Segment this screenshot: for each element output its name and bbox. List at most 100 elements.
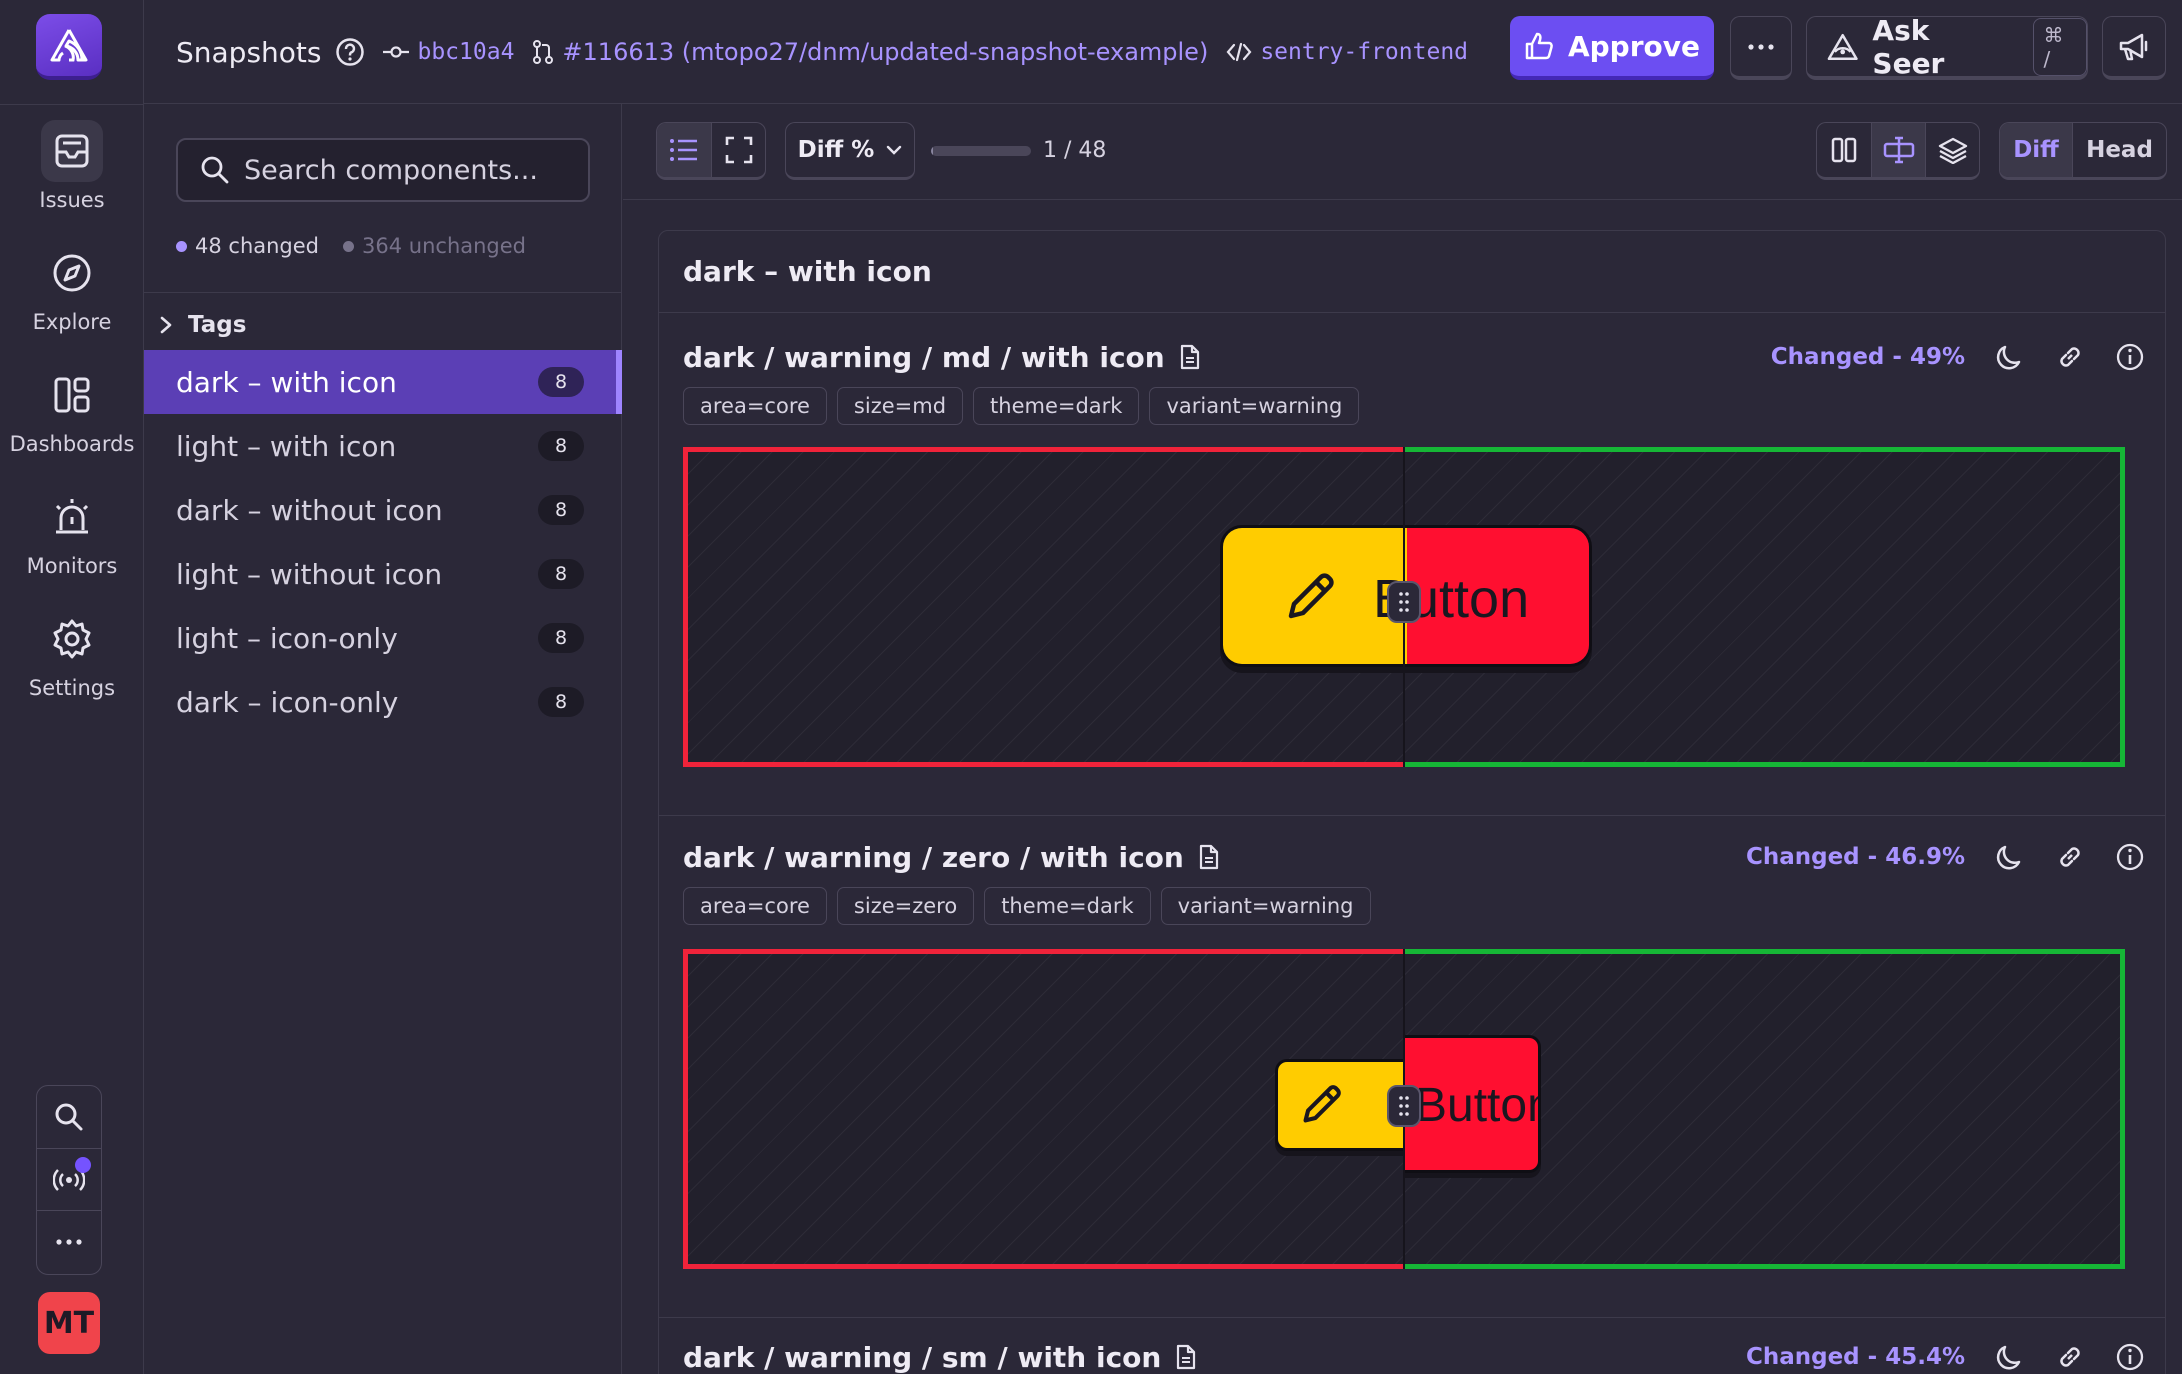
changed-count-label: 48 changed bbox=[195, 234, 320, 258]
breadcrumb: Snapshots bbc10a4 #116613 (mtopo27/dnm/u… bbox=[176, 30, 1468, 74]
group-item-light-icon-only[interactable]: light – icon-only 8 bbox=[144, 606, 622, 670]
info-icon[interactable] bbox=[2115, 342, 2145, 372]
sort-label: Diff % bbox=[797, 137, 875, 163]
change-status: Changed - 46.9% bbox=[1745, 844, 1965, 870]
component-sidebar: 48 changed 364 unchanged Tags dark – wit… bbox=[144, 104, 622, 1374]
group-item-dark-with-icon[interactable]: dark – with icon 8 bbox=[144, 350, 622, 414]
link-icon[interactable] bbox=[2055, 1342, 2085, 1372]
layout-toggle bbox=[656, 122, 766, 180]
list-view-button[interactable] bbox=[657, 123, 711, 177]
ask-seer-label: Ask Seer bbox=[1872, 13, 1945, 80]
progress-fill bbox=[931, 146, 934, 156]
file-icon[interactable] bbox=[1198, 844, 1220, 870]
commit-icon bbox=[383, 46, 410, 58]
fullscreen-button[interactable] bbox=[711, 123, 765, 177]
split-slider-handle[interactable] bbox=[1387, 581, 1421, 623]
snapshot-title: dark / warning / zero / with icon bbox=[683, 840, 1184, 874]
ellipsis-icon bbox=[1748, 43, 1774, 50]
link-icon[interactable] bbox=[2055, 342, 2085, 372]
sort-dropdown[interactable]: Diff % bbox=[785, 122, 915, 180]
tag-chip[interactable]: area=core bbox=[683, 387, 827, 425]
diff-viewer: Button bbox=[683, 949, 2125, 1269]
unchanged-count-label: 364 unchanged bbox=[362, 234, 527, 258]
more-button[interactable] bbox=[37, 1210, 101, 1272]
changed-count: 48 changed bbox=[176, 234, 319, 258]
ask-seer-button[interactable]: Ask Seer ⌘ / bbox=[1806, 13, 2088, 80]
siren-icon bbox=[41, 486, 103, 548]
nav-item-settings[interactable]: Settings bbox=[0, 608, 144, 718]
group-item-light-with-icon[interactable]: light – with icon 8 bbox=[144, 414, 622, 478]
tag-chip[interactable]: theme=dark bbox=[984, 887, 1151, 925]
diff-tab[interactable]: Diff bbox=[2000, 123, 2072, 177]
nav-label: Monitors bbox=[26, 554, 118, 578]
group-label: dark – with icon bbox=[176, 365, 397, 399]
app-root: Issues Explore Dashboards Monitors Setti… bbox=[0, 0, 2182, 1374]
search-icon bbox=[201, 156, 229, 184]
split-slider-handle[interactable] bbox=[1387, 1085, 1421, 1127]
nav-item-issues[interactable]: Issues bbox=[0, 120, 144, 230]
overlay-button[interactable] bbox=[1925, 123, 1979, 177]
snapshot-item: dark / warning / md / with icon Changed … bbox=[659, 313, 2165, 815]
broadcasts-button[interactable] bbox=[37, 1148, 101, 1210]
page-header: Snapshots bbc10a4 #116613 (mtopo27/dnm/u… bbox=[144, 0, 2182, 104]
tag-chip[interactable]: variant=warning bbox=[1149, 387, 1360, 425]
diff-head-toggle: Diff Head bbox=[1999, 122, 2167, 180]
side-by-side-button[interactable] bbox=[1817, 123, 1871, 177]
commit-link[interactable]: bbc10a4 bbox=[383, 39, 514, 65]
tag-chip[interactable]: variant=warning bbox=[1160, 887, 1371, 925]
tag-chip[interactable]: size=zero bbox=[836, 887, 975, 925]
ellipsis-icon bbox=[56, 1238, 82, 1245]
moon-icon[interactable] bbox=[1995, 842, 2025, 872]
main-panel: Diff % 1 / 48 Diff Head dark – with icon… bbox=[623, 104, 2182, 1374]
nav-item-monitors[interactable]: Monitors bbox=[0, 486, 144, 596]
tag-chip[interactable]: area=core bbox=[683, 887, 827, 925]
project-link[interactable]: sentry-frontend bbox=[1226, 39, 1468, 65]
snapshot-item: dark / warning / zero / with icon Change… bbox=[659, 815, 2165, 1317]
group-item-dark-icon-only[interactable]: dark – icon-only 8 bbox=[144, 670, 622, 734]
tag-chip[interactable]: theme=dark bbox=[973, 387, 1140, 425]
nav-rail: Issues Explore Dashboards Monitors Setti… bbox=[0, 0, 144, 1374]
grip-icon bbox=[1399, 592, 1409, 612]
tags-toggle[interactable]: Tags bbox=[158, 302, 246, 348]
group-count-badge: 8 bbox=[538, 559, 584, 589]
list-icon bbox=[670, 139, 697, 161]
avatar[interactable]: MT bbox=[38, 1292, 100, 1354]
change-status: Changed - 49% bbox=[1770, 344, 1965, 370]
info-icon[interactable] bbox=[2115, 842, 2145, 872]
pull-request-link[interactable]: #116613 (mtopo27/dnm/updated-snapshot-ex… bbox=[532, 38, 1208, 66]
snapshot-tags: area=core size=md theme=dark variant=war… bbox=[683, 387, 1360, 425]
link-icon[interactable] bbox=[2055, 842, 2085, 872]
nav-item-explore[interactable]: Explore bbox=[0, 242, 144, 352]
nav-label: Settings bbox=[28, 676, 116, 700]
head-tab[interactable]: Head bbox=[2072, 123, 2166, 177]
group-item-dark-without-icon[interactable]: dark – without icon 8 bbox=[144, 478, 622, 542]
file-icon[interactable] bbox=[1179, 344, 1201, 370]
file-icon[interactable] bbox=[1175, 1344, 1197, 1370]
approve-button[interactable]: Approve bbox=[1510, 16, 1714, 80]
moon-icon[interactable] bbox=[1995, 1342, 2025, 1372]
nav-item-dashboards[interactable]: Dashboards bbox=[0, 364, 144, 474]
feedback-button[interactable] bbox=[2102, 16, 2166, 80]
split-slider-button[interactable] bbox=[1871, 123, 1925, 177]
pull-request-icon bbox=[533, 40, 554, 64]
sentry-logo[interactable] bbox=[36, 14, 102, 80]
snapshot-title: dark / warning / md / with icon bbox=[683, 340, 1165, 374]
search-input[interactable] bbox=[244, 154, 574, 186]
snapshot-title-row: dark / warning / sm / with icon bbox=[683, 1335, 1197, 1374]
head-render: Button bbox=[1403, 1035, 1541, 1173]
split-view-icon bbox=[1883, 136, 1914, 164]
group-item-light-without-icon[interactable]: light – without icon 8 bbox=[144, 542, 622, 606]
sidebar-divider bbox=[144, 292, 622, 293]
global-search-button[interactable] bbox=[37, 1086, 101, 1148]
info-icon[interactable] bbox=[2115, 1342, 2145, 1372]
help-icon[interactable] bbox=[335, 37, 365, 67]
code-icon bbox=[1226, 42, 1252, 62]
group-list: dark – with icon 8 light – with icon 8 d… bbox=[144, 350, 622, 734]
search-box[interactable] bbox=[176, 138, 590, 202]
more-actions-button[interactable] bbox=[1730, 16, 1792, 80]
snapshot-title-row: dark / warning / zero / with icon bbox=[683, 835, 1220, 879]
moon-icon[interactable] bbox=[1995, 342, 2025, 372]
gear-icon bbox=[41, 608, 103, 670]
comparison-mode-toggle bbox=[1816, 122, 1980, 180]
tag-chip[interactable]: size=md bbox=[836, 387, 964, 425]
